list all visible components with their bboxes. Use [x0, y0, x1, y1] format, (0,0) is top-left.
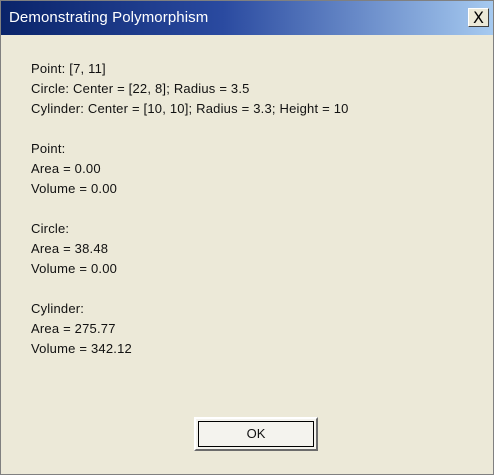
- message-line: Area = 38.48: [31, 241, 109, 256]
- message-line: Cylinder: Center = [10, 10]; Radius = 3.…: [31, 101, 349, 116]
- ok-button[interactable]: OK: [194, 417, 318, 451]
- close-icon: X: [473, 8, 484, 27]
- message-text: Point: [7, 11] Circle: Center = [22, 8];…: [31, 59, 491, 359]
- message-line: Point:: [31, 141, 66, 156]
- message-line: Cylinder:: [31, 301, 85, 316]
- message-line: Volume = 0.00: [31, 181, 118, 196]
- message-line: Area = 275.77: [31, 321, 116, 336]
- close-button[interactable]: X: [468, 8, 489, 27]
- message-line: Volume = 342.12: [31, 341, 132, 356]
- message-dialog: Demonstrating Polymorphism X Point: [7, …: [0, 0, 494, 475]
- message-line: Circle: Center = [22, 8]; Radius = 3.5: [31, 81, 250, 96]
- message-line: Point: [7, 11]: [31, 61, 106, 76]
- title-bar[interactable]: Demonstrating Polymorphism X: [1, 1, 493, 35]
- dialog-body: Point: [7, 11] Circle: Center = [22, 8];…: [1, 35, 493, 474]
- message-line: Circle:: [31, 221, 70, 236]
- window-title: Demonstrating Polymorphism: [9, 9, 209, 26]
- message-line: Volume = 0.00: [31, 261, 118, 276]
- message-line: Area = 0.00: [31, 161, 101, 176]
